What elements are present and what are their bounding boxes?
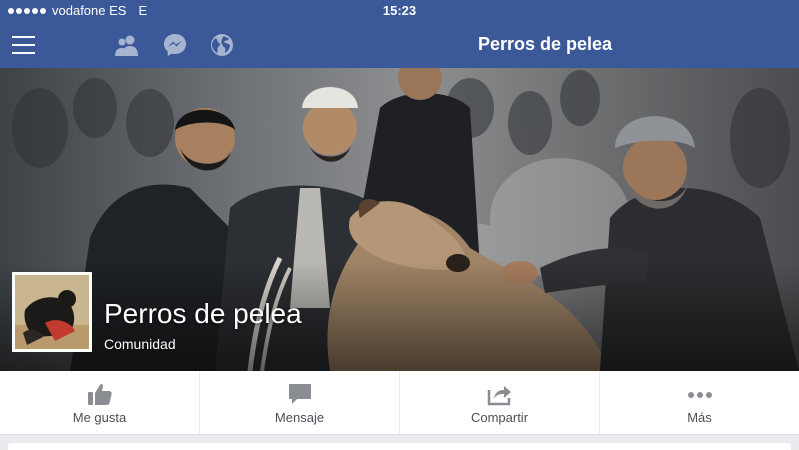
like-button[interactable]: Me gusta <box>0 371 200 434</box>
menu-icon[interactable] <box>12 36 35 54</box>
cover-photo[interactable]: Perros de pelea Comunidad <box>0 68 799 371</box>
share-icon <box>487 386 511 406</box>
page-action-bar: Me gusta Mensaje Compartir Más <box>0 371 799 435</box>
next-card-edge <box>8 443 791 450</box>
messenger-icon[interactable] <box>162 32 188 58</box>
more-icon <box>687 392 712 398</box>
profile-dog-image <box>15 275 89 349</box>
message-label: Mensaje <box>274 410 325 425</box>
nav-title: Perros de pelea <box>477 34 613 54</box>
more-button[interactable]: Más <box>600 371 799 434</box>
profile-picture[interactable] <box>12 272 92 352</box>
clock: 15:23 <box>382 3 417 18</box>
page-name: Perros de pelea <box>104 298 302 329</box>
message-button[interactable]: Mensaje <box>200 371 400 434</box>
more-label: Más <box>687 410 712 425</box>
page-category: Comunidad <box>104 336 176 352</box>
nav-bar: Perros de pelea <box>0 22 799 68</box>
globe-icon[interactable] <box>209 32 235 58</box>
share-button[interactable]: Compartir <box>400 371 600 434</box>
like-label: Me gusta <box>72 410 127 425</box>
thumbs-up-icon <box>87 384 112 405</box>
status-bar: vodafone ES E 15:23 <box>0 0 799 22</box>
share-label: Compartir <box>470 410 529 425</box>
friends-icon[interactable] <box>114 32 140 58</box>
message-icon <box>288 384 311 404</box>
